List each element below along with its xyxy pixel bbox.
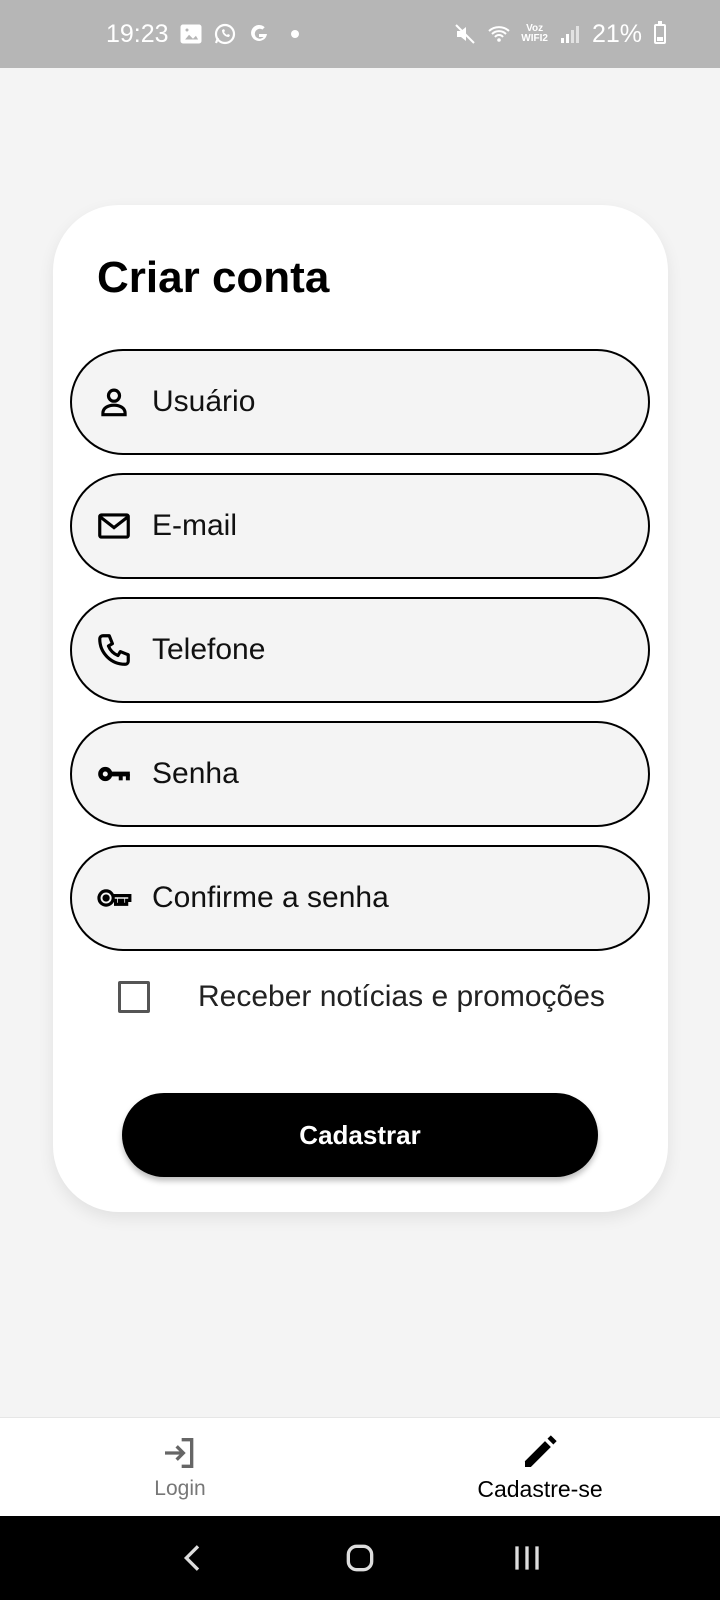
register-button[interactable]: Cadastrar xyxy=(122,1093,598,1177)
nav-item-register[interactable]: Cadastre-se xyxy=(360,1418,720,1516)
nav-item-login[interactable]: Login xyxy=(0,1418,360,1516)
bottom-nav: Login Cadastre-se xyxy=(0,1417,720,1516)
email-field[interactable] xyxy=(70,473,650,579)
wifi-icon xyxy=(487,22,511,46)
confirm-password-field[interactable] xyxy=(70,845,650,951)
newsletter-label: Receber notícias e promoções xyxy=(198,980,605,1013)
system-nav-bar xyxy=(0,1516,720,1600)
password-input[interactable] xyxy=(152,757,592,791)
phone-icon xyxy=(94,630,134,670)
status-bar: 19:23 Voz WIFI2 21% xyxy=(0,0,720,68)
nav-login-label: Login xyxy=(154,1477,206,1500)
email-input[interactable] xyxy=(152,509,592,543)
page-title: Criar conta xyxy=(97,253,330,302)
phone-input[interactable] xyxy=(152,633,592,667)
recent-apps-icon[interactable] xyxy=(505,1536,549,1580)
notification-dot-icon xyxy=(290,30,299,38)
mail-icon xyxy=(94,506,134,546)
signal-icon xyxy=(558,22,582,46)
newsletter-checkbox[interactable] xyxy=(118,981,150,1013)
phone-field[interactable] xyxy=(70,597,650,703)
battery-percent: 21% xyxy=(591,19,642,48)
whatsapp-icon xyxy=(213,22,237,46)
nav-register-label: Cadastre-se xyxy=(477,1475,603,1502)
pencil-icon xyxy=(520,1432,560,1472)
person-icon xyxy=(94,382,134,422)
username-input[interactable] xyxy=(152,385,592,419)
gallery-icon xyxy=(179,22,203,46)
login-icon xyxy=(160,1433,200,1473)
wifi2-label: WIFI2 xyxy=(521,33,548,44)
key-outline-icon xyxy=(94,878,134,918)
voz-wifi-indicator: Voz WIFI2 xyxy=(521,24,548,44)
password-field[interactable] xyxy=(70,721,650,827)
battery-icon xyxy=(654,21,666,44)
back-icon[interactable] xyxy=(171,1536,215,1580)
newsletter-option[interactable]: Receber notícias e promoções xyxy=(118,980,638,1014)
google-icon xyxy=(247,22,271,46)
register-card: Criar conta Receber notícias e promoções xyxy=(53,205,668,1212)
status-bar-left: 19:23 xyxy=(106,20,299,49)
username-field[interactable] xyxy=(70,349,650,455)
mute-icon xyxy=(453,22,477,46)
status-bar-right: Voz WIFI2 21% xyxy=(453,20,666,49)
status-time: 19:23 xyxy=(106,19,169,48)
key-icon xyxy=(94,754,134,794)
home-icon[interactable] xyxy=(338,1536,382,1580)
confirm-password-input[interactable] xyxy=(152,881,592,915)
